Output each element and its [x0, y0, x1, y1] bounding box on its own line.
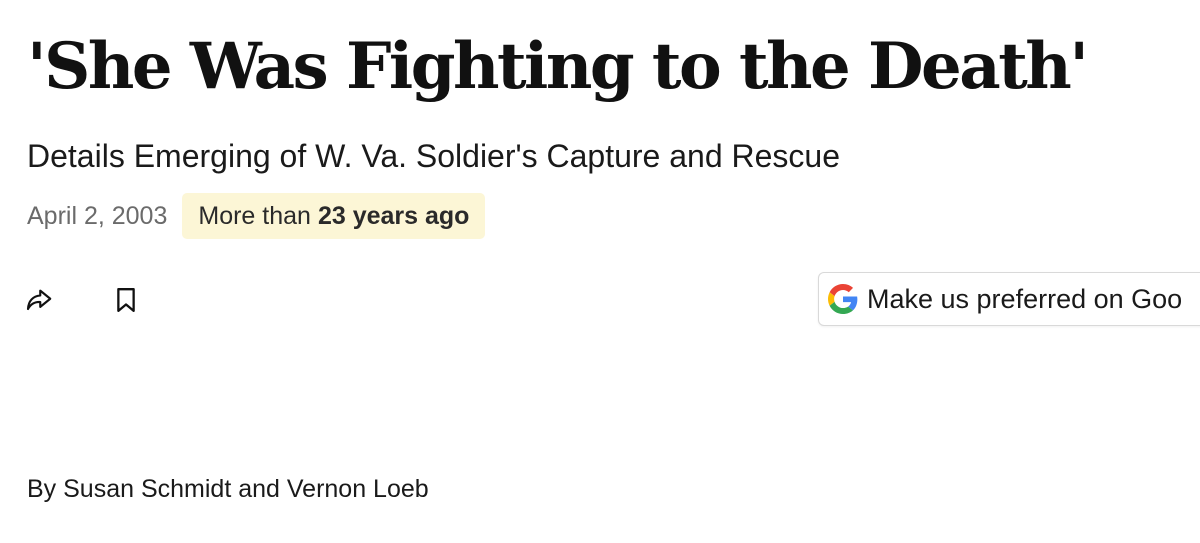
bookmark-icon	[117, 288, 135, 312]
google-button-label: Make us preferred on Goo	[867, 283, 1183, 314]
age-badge-emphasis: 23 years ago	[317, 201, 470, 230]
age-badge-prefix: More than	[198, 201, 311, 230]
article-byline: By Susan Schmidt and Vernon Loeb	[27, 475, 429, 503]
share-button[interactable]	[21, 282, 57, 318]
article-subheadline: Details Emerging of W. Va. Soldier's Cap…	[27, 138, 841, 174]
article-headline: 'She Was Fighting to the Death'	[27, 29, 1089, 104]
preferred-source-google-button[interactable]: Make us preferred on Goo	[818, 272, 1200, 326]
google-g-icon	[827, 283, 859, 315]
save-button[interactable]	[108, 282, 144, 318]
age-badge: More than 23 years ago	[182, 193, 486, 239]
share-arrow-icon	[26, 289, 52, 311]
publish-date: April 2, 2003	[27, 201, 168, 230]
article-meta: April 2, 2003 More than 23 years ago	[27, 193, 486, 239]
